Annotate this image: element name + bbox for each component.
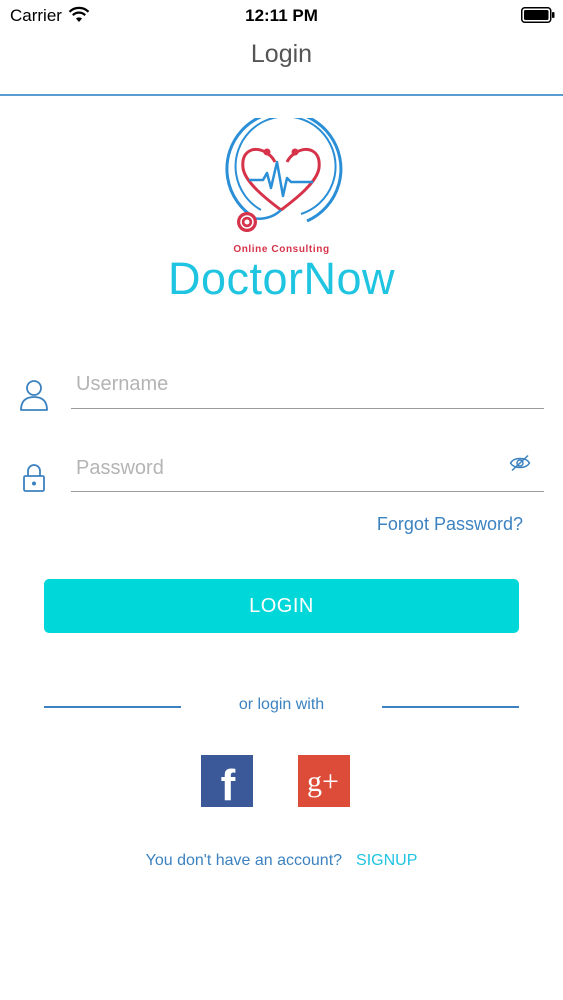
- facebook-glyph: f: [221, 761, 236, 807]
- nav-divider: [0, 94, 563, 96]
- user-icon: [20, 380, 48, 411]
- divider-line-right: [382, 706, 519, 708]
- status-bar: Carrier 12:11 PM: [0, 0, 563, 30]
- signup-link[interactable]: SIGNUP: [356, 852, 417, 869]
- password-input[interactable]: [76, 452, 496, 484]
- stethoscope-heart-logo: [225, 118, 343, 232]
- google-plus-icon: g+: [307, 765, 339, 798]
- google-plus-login-button[interactable]: g+: [298, 755, 350, 807]
- page-title: Login: [250, 40, 313, 68]
- login-button[interactable]: LOGIN: [44, 579, 519, 633]
- lock-icon: [23, 464, 45, 492]
- google-plus-glyph: g+: [307, 765, 339, 798]
- facebook-icon: f: [221, 761, 236, 810]
- username-underline: [71, 408, 544, 409]
- status-time: 12:11 PM: [245, 6, 318, 25]
- facebook-login-button[interactable]: f: [201, 755, 253, 810]
- eye-slash-icon[interactable]: [509, 454, 531, 472]
- battery-icon: [521, 7, 555, 23]
- forgot-password-link[interactable]: Forgot Password?: [377, 514, 523, 535]
- username-input[interactable]: [76, 368, 536, 400]
- signup-row: You don't have an account? SIGNUP: [0, 852, 563, 870]
- password-underline: [71, 491, 544, 492]
- no-account-prompt: You don't have an account?: [145, 852, 343, 869]
- or-login-with-label: or login with: [238, 696, 325, 713]
- app-name: DoctorNow: [167, 253, 396, 304]
